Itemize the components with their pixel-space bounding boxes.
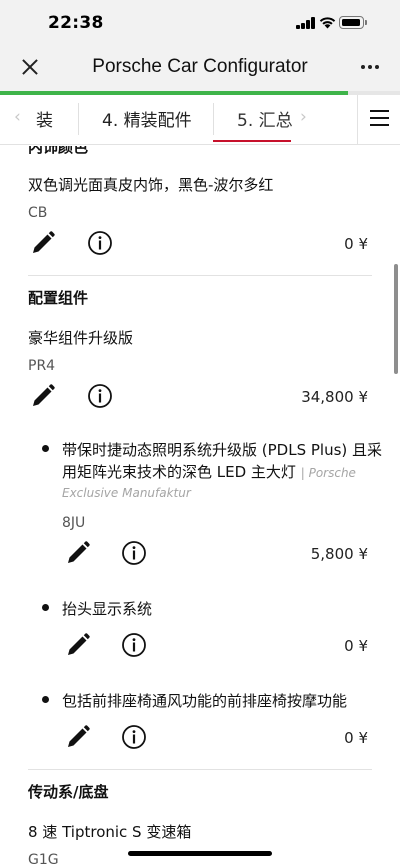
pencil-icon[interactable] — [30, 230, 56, 256]
subitem-price: 5,800 ¥ — [310, 545, 368, 563]
subitem-note-inline: | Porsche — [300, 466, 356, 480]
status-time: 22:38 — [48, 13, 104, 33]
step-prev-arrow-icon[interactable]: ‹ — [14, 107, 21, 127]
pencil-icon[interactable] — [65, 540, 91, 566]
list-bullet — [42, 604, 49, 611]
step-tabs: ‹ 装 4. 精装配件 5. 汇总 › — [0, 95, 400, 145]
subitem-name-text: 用矩阵光束技术的深色 LED 主大灯 — [62, 463, 296, 481]
battery-icon — [339, 16, 367, 29]
pencil-icon[interactable] — [65, 632, 91, 658]
section-divider — [28, 769, 372, 770]
info-icon[interactable] — [87, 230, 113, 256]
active-tab-indicator — [213, 140, 291, 142]
section-heading-interior: 内饰颜色 — [28, 146, 89, 156]
home-indicator[interactable] — [128, 851, 272, 856]
subitem-code: 8JU — [62, 515, 86, 531]
subitem-price: 0 ¥ — [344, 637, 368, 655]
tab-step-4[interactable]: 4. 精装配件 — [102, 106, 192, 131]
wifi-icon — [319, 17, 336, 29]
scrollbar[interactable] — [394, 264, 398, 374]
tab-divider — [78, 103, 79, 135]
package-item-code: PR4 — [28, 358, 56, 374]
section-heading-packages: 配置组件 — [28, 289, 89, 307]
list-bullet — [42, 445, 49, 452]
section-heading-drivetrain: 传动系/底盘 — [28, 783, 109, 801]
more-icon[interactable] — [358, 65, 382, 71]
info-icon[interactable] — [121, 724, 147, 750]
subitem-name: 抬头显示系统 — [62, 600, 153, 618]
pencil-icon[interactable] — [65, 724, 91, 750]
info-icon[interactable] — [121, 540, 147, 566]
info-icon[interactable] — [121, 632, 147, 658]
app-header: Porsche Car Configurator — [0, 46, 400, 91]
pencil-icon[interactable] — [30, 383, 56, 409]
subitem-note: Exclusive Manufaktur — [62, 486, 191, 500]
subitem-name-line2: 用矩阵光束技术的深色 LED 主大灯 | Porsche — [62, 461, 356, 482]
subitem-name-line1: 带保时捷动态照明系统升级版 (PDLS Plus) 且采 — [62, 441, 383, 459]
subitem-name: 包括前排座椅通风功能的前排座椅按摩功能 — [62, 692, 348, 710]
interior-item-code: CB — [28, 205, 48, 221]
drivetrain-item-name: 8 速 Tiptronic S 变速箱 — [28, 823, 192, 841]
tab-divider — [213, 103, 214, 135]
subitem-price: 0 ¥ — [344, 729, 368, 747]
interior-price: 0 ¥ — [344, 235, 368, 253]
status-bar: 22:38 — [0, 0, 400, 46]
section-divider — [28, 275, 372, 276]
step-next-arrow-icon[interactable]: › — [300, 107, 307, 127]
package-price: 34,800 ¥ — [301, 388, 368, 406]
drivetrain-item-code: G1G — [28, 852, 59, 866]
interior-item-name: 双色调光面真皮内饰，黑色-波尔多红 — [28, 176, 274, 194]
summary-content: 内饰颜色 双色调光面真皮内饰，黑色-波尔多红 CB 0 ¥ 配置组件 豪华组件升… — [0, 146, 400, 866]
info-icon[interactable] — [87, 383, 113, 409]
package-item-name: 豪华组件升级版 — [28, 329, 134, 347]
cellular-signal-icon — [296, 17, 316, 29]
list-bullet — [42, 696, 49, 703]
app-title: Porsche Car Configurator — [92, 56, 308, 77]
hamburger-menu-icon[interactable] — [357, 95, 400, 144]
tab-step-5[interactable]: 5. 汇总 — [237, 106, 293, 131]
tab-step-3[interactable]: 装 — [36, 106, 53, 131]
